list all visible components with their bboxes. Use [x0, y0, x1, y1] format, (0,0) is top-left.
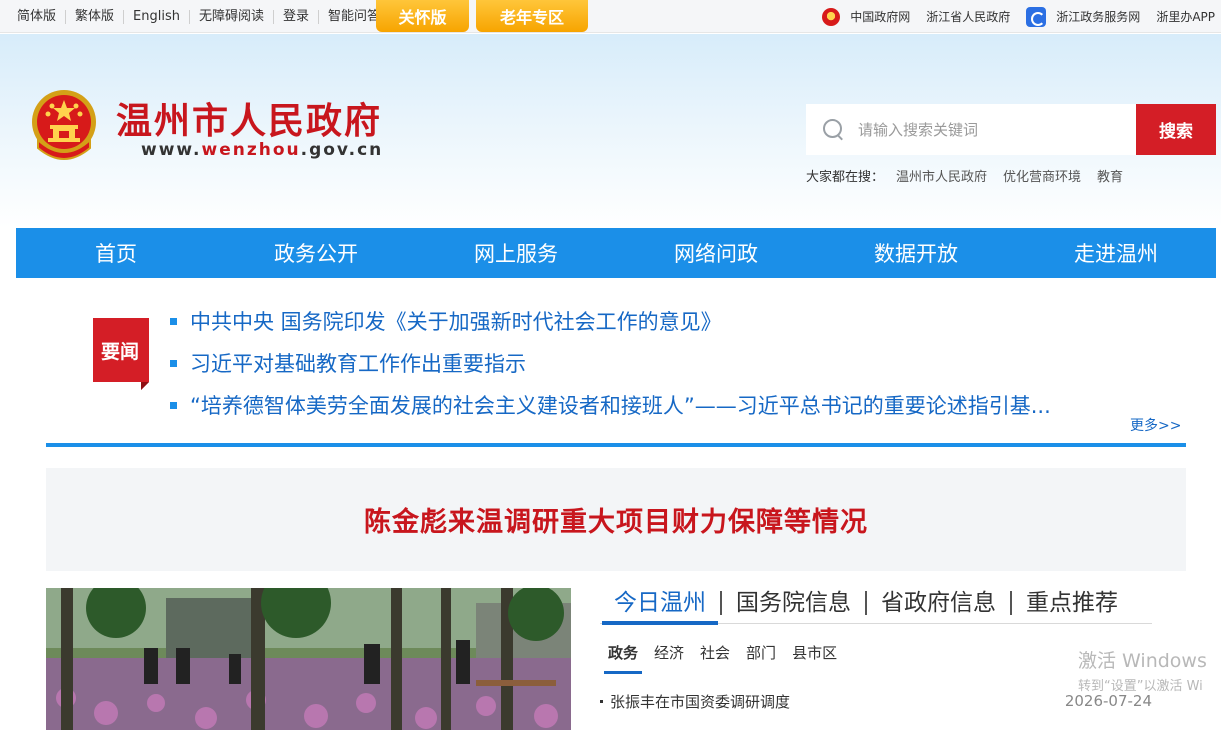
search-input[interactable]: [858, 120, 1118, 139]
subtab-society[interactable]: 社会: [696, 640, 734, 674]
tab-featured[interactable]: 重点推荐: [1012, 591, 1132, 615]
zhejiang-gov-label: 浙江省人民政府: [926, 10, 1011, 24]
china-gov-label: 中国政府网: [850, 10, 911, 24]
national-emblem-icon[interactable]: [30, 88, 98, 162]
top-left-links: 简体版 繁体版 English 无障碍阅读 登录 智能问答: [8, 0, 389, 33]
elderly-zone-button[interactable]: 老年专区: [476, 0, 588, 32]
nav-item-open-data[interactable]: 数据开放: [816, 228, 1016, 278]
featured-banner: 陈金彪来温调研重大项目财力保障等情况: [46, 468, 1186, 571]
nav-item-online-inquiry[interactable]: 网络问政: [616, 228, 816, 278]
news-badge: 要闻: [93, 318, 149, 390]
divider: [46, 443, 1186, 447]
news-subtabs: 政务 经济 社会 部门 县市区: [600, 640, 1152, 674]
zhejiang-service-label: 浙江政务服务网: [1056, 10, 1141, 24]
zheliban-app-label: 浙里办APP: [1156, 10, 1215, 24]
hot-search-item[interactable]: 教育: [1097, 166, 1123, 185]
search-box: [806, 104, 1136, 155]
headline-item[interactable]: “培养德智体美劳全面发展的社会主义建设者和接班人”——习近平总书记的重要论述指引…: [170, 384, 1170, 426]
national-emblem-icon: [822, 7, 841, 26]
zhejiang-gov-link[interactable]: 浙江省人民政府: [926, 8, 1010, 25]
main-nav: 首页 政务公开 网上服务 网络问政 数据开放 走进温州: [16, 228, 1216, 278]
news-list-item[interactable]: 张振丰在市国资委调研调度 2026-07-24: [600, 690, 1152, 712]
news-date: 2026-07-24: [1064, 692, 1152, 710]
nav-item-online-services[interactable]: 网上服务: [416, 228, 616, 278]
hot-search-item[interactable]: 温州市人民政府: [896, 166, 987, 185]
headline-item[interactable]: 习近平对基础教育工作作出重要指示: [170, 342, 1170, 384]
care-version-button[interactable]: 关怀版: [376, 0, 469, 32]
zhejiang-service-link[interactable]: 浙江政务服务网: [1026, 6, 1141, 27]
nav-item-gov-affairs[interactable]: 政务公开: [216, 228, 416, 278]
hot-searches-label: 大家都在搜：: [806, 170, 885, 185]
search-button[interactable]: 搜索: [1136, 104, 1216, 155]
nav-item-home[interactable]: 首页: [16, 228, 216, 278]
site-url-prefix: www.: [141, 140, 202, 160]
hot-searches: 大家都在搜： 温州市人民政府 优化营商环境 教育: [806, 166, 1139, 185]
english-link[interactable]: English: [124, 9, 190, 24]
site-url: www.wenzhou.gov.cn: [141, 140, 383, 160]
tab-provincial-gov[interactable]: 省政府信息: [867, 590, 1012, 615]
site-url-suffix: .gov.cn: [300, 140, 384, 160]
featured-headline[interactable]: 陈金彪来温调研重大项目财力保障等情况: [364, 500, 868, 539]
tab-state-council[interactable]: 国务院信息: [722, 590, 867, 615]
hot-search-item[interactable]: 优化营商环境: [1003, 166, 1081, 185]
nav-item-about-wenzhou[interactable]: 走进温州: [1016, 228, 1216, 278]
top-utility-bar: 简体版 繁体版 English 无障碍阅读 登录 智能问答 关怀版 老年专区 中…: [0, 0, 1221, 33]
site-header: 温州市人民政府 www.wenzhou.gov.cn 搜索 大家都在搜： 温州市…: [0, 34, 1221, 228]
headline-list: 中共中央 国务院印发《关于加强新时代社会工作的意见》 习近平对基础教育工作作出重…: [170, 300, 1170, 426]
bullet-icon: [170, 401, 177, 409]
bullet-icon: [600, 699, 603, 703]
news-photo[interactable]: [46, 588, 571, 730]
login-link[interactable]: 登录: [274, 9, 320, 24]
china-gov-link[interactable]: 中国政府网: [822, 7, 911, 26]
site-name[interactable]: 温州市人民政府: [116, 92, 382, 144]
search-icon: [822, 118, 846, 142]
bullet-icon: [170, 359, 177, 367]
subtab-government[interactable]: 政务: [604, 640, 643, 674]
headline-text: 中共中央 国务院印发《关于加强新时代社会工作的意见》: [190, 310, 722, 334]
bullet-icon: [170, 317, 177, 325]
headline-text: “培养德智体美劳全面发展的社会主义建设者和接班人”——习近平总书记的重要论述指引…: [190, 394, 1051, 418]
headline-item[interactable]: 中共中央 国务院印发《关于加强新时代社会工作的意见》: [170, 300, 1170, 342]
accessibility-link[interactable]: 无障碍阅读: [190, 9, 274, 24]
simplified-chinese-link[interactable]: 简体版: [8, 9, 67, 24]
site-url-domain: wenzhou: [201, 140, 301, 160]
headline-text: 习近平对基础教育工作作出重要指示: [190, 352, 526, 376]
subtab-departments[interactable]: 部门: [742, 640, 780, 674]
news-title: 张振丰在市国资委调研调度: [610, 692, 791, 711]
zhejiang-service-icon: [1026, 6, 1047, 27]
news-tabs: 今日温州 国务院信息 省政府信息 重点推荐: [600, 582, 1152, 625]
top-right-links: 中国政府网 浙江省人民政府 浙江政务服务网 浙里办APP: [806, 0, 1215, 33]
subtab-economy[interactable]: 经济: [650, 640, 688, 674]
tab-today-wenzhou[interactable]: 今日温州: [600, 590, 722, 625]
traditional-chinese-link[interactable]: 繁体版: [66, 9, 125, 24]
more-link[interactable]: 更多>>: [1130, 415, 1181, 435]
news-badge-label: 要闻: [101, 340, 139, 363]
zheliban-app-link[interactable]: 浙里办APP: [1156, 8, 1215, 25]
subtab-counties[interactable]: 县市区: [788, 640, 841, 674]
